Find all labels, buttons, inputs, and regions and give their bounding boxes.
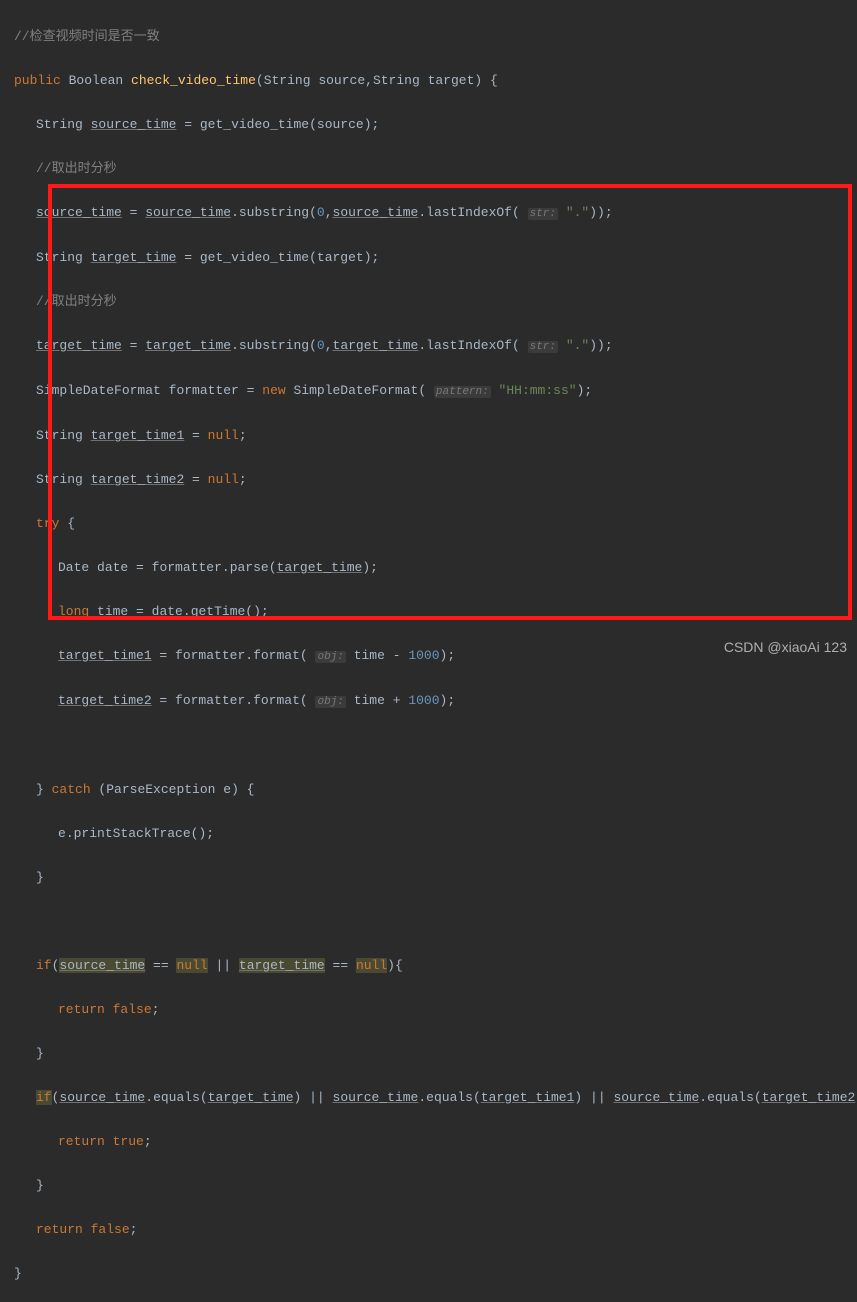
code-line: target_time2 = formatter.format( obj: ti… xyxy=(14,690,857,713)
code-line: target_time = target_time.substring(0,ta… xyxy=(14,335,857,358)
code-line: return true; xyxy=(14,1131,857,1153)
code-line: String target_time1 = null; xyxy=(14,425,857,447)
code-line: return false; xyxy=(14,1219,857,1241)
watermark-text: CSDN @xiaoAi 123 xyxy=(724,636,847,658)
code-line: SimpleDateFormat formatter = new SimpleD… xyxy=(14,380,857,403)
code-line: //检查视频时间是否一致 xyxy=(14,26,857,48)
code-line: Date date = formatter.parse(target_time)… xyxy=(14,557,857,579)
code-line: public Boolean check_video_time(String s… xyxy=(14,70,857,92)
code-line: } xyxy=(14,867,857,889)
code-line xyxy=(14,735,857,757)
code-line: String source_time = get_video_time(sour… xyxy=(14,114,857,136)
code-line: e.printStackTrace(); xyxy=(14,823,857,845)
code-line: } xyxy=(14,1263,857,1285)
code-line: if(source_time.equals(target_time) || so… xyxy=(14,1087,857,1109)
code-line: if(source_time == null || target_time ==… xyxy=(14,955,857,977)
code-line: String target_time2 = null; xyxy=(14,469,857,491)
code-line: long time = date.getTime(); xyxy=(14,601,857,623)
code-line: } xyxy=(14,1175,857,1197)
code-line xyxy=(14,911,857,933)
code-line: source_time = source_time.substring(0,so… xyxy=(14,202,857,225)
code-line: } catch (ParseException e) { xyxy=(14,779,857,801)
code-line: } xyxy=(14,1043,857,1065)
code-line: return false; xyxy=(14,999,857,1021)
code-line: String target_time = get_video_time(targ… xyxy=(14,247,857,269)
code-line: try { xyxy=(14,513,857,535)
code-line: //取出时分秒 xyxy=(14,158,857,180)
code-line: //取出时分秒 xyxy=(14,291,857,313)
